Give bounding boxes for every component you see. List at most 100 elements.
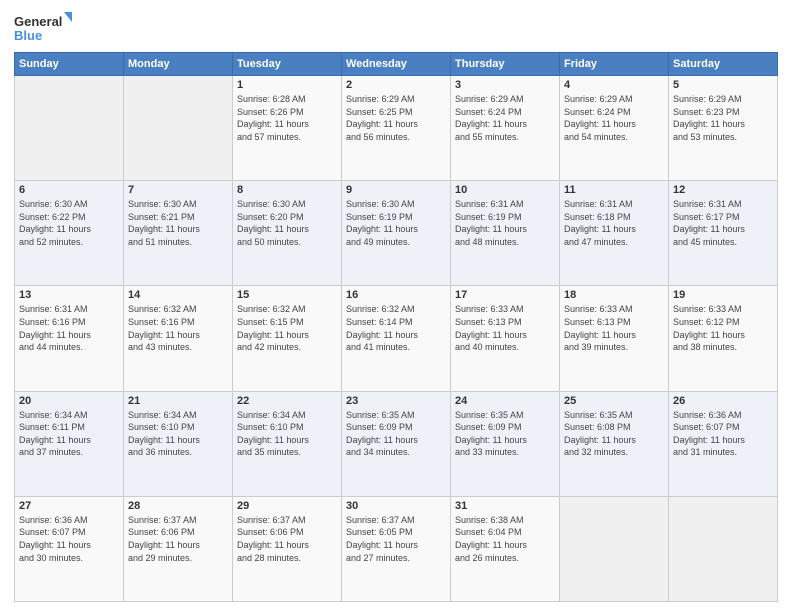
calendar-cell: 6 Sunrise: 6:30 AMSunset: 6:22 PMDaylight… (15, 181, 124, 286)
daylight-text-line1: Daylight: 11 hours (564, 434, 664, 447)
daylight-text-line1: Daylight: 11 hours (346, 434, 446, 447)
day-info: Sunrise: 6:30 AMSunset: 6:21 PMDaylight:… (128, 198, 228, 248)
daylight-text-line2: and 40 minutes. (455, 341, 555, 354)
day-info: Sunrise: 6:31 AMSunset: 6:16 PMDaylight:… (19, 303, 119, 353)
daylight-text-line1: Daylight: 11 hours (564, 118, 664, 131)
sunrise-text: Sunrise: 6:31 AM (19, 303, 119, 316)
calendar-cell: 18Sunrise: 6:33 AMSunset: 6:13 PMDayligh… (560, 286, 669, 391)
day-info: Sunrise: 6:37 AMSunset: 6:05 PMDaylight:… (346, 514, 446, 564)
daylight-text-line1: Daylight: 11 hours (128, 434, 228, 447)
daylight-text-line1: Daylight: 11 hours (346, 223, 446, 236)
day-number: 16 (346, 289, 446, 301)
sunset-text: Sunset: 6:07 PM (673, 421, 773, 434)
sunrise-text: Sunrise: 6:34 AM (19, 409, 119, 422)
weekday-header-row: SundayMondayTuesdayWednesdayThursdayFrid… (15, 53, 778, 76)
day-number: 5 (673, 79, 773, 91)
svg-text:Blue: Blue (14, 28, 42, 43)
daylight-text-line2: and 34 minutes. (346, 446, 446, 459)
sunrise-text: Sunrise: 6:29 AM (455, 93, 555, 106)
sunrise-text: Sunrise: 6:29 AM (673, 93, 773, 106)
daylight-text-line2: and 28 minutes. (237, 552, 337, 565)
daylight-text-line2: and 56 minutes. (346, 131, 446, 144)
sunset-text: Sunset: 6:16 PM (128, 316, 228, 329)
day-number: 20 (19, 395, 119, 407)
daylight-text-line1: Daylight: 11 hours (673, 223, 773, 236)
calendar-cell (124, 76, 233, 181)
daylight-text-line2: and 43 minutes. (128, 341, 228, 354)
sunset-text: Sunset: 6:25 PM (346, 106, 446, 119)
calendar-cell: 5 Sunrise: 6:29 AMSunset: 6:23 PMDaylight… (669, 76, 778, 181)
day-info: Sunrise: 6:34 AMSunset: 6:10 PMDaylight:… (237, 409, 337, 459)
day-info: Sunrise: 6:31 AMSunset: 6:19 PMDaylight:… (455, 198, 555, 248)
day-info: Sunrise: 6:38 AMSunset: 6:04 PMDaylight:… (455, 514, 555, 564)
daylight-text-line2: and 29 minutes. (128, 552, 228, 565)
daylight-text-line1: Daylight: 11 hours (455, 539, 555, 552)
calendar-cell: 10Sunrise: 6:31 AMSunset: 6:19 PMDayligh… (451, 181, 560, 286)
weekday-header-tuesday: Tuesday (233, 53, 342, 76)
sunset-text: Sunset: 6:10 PM (237, 421, 337, 434)
calendar-cell: 24Sunrise: 6:35 AMSunset: 6:09 PMDayligh… (451, 391, 560, 496)
sunrise-text: Sunrise: 6:30 AM (128, 198, 228, 211)
day-number: 17 (455, 289, 555, 301)
daylight-text-line1: Daylight: 11 hours (564, 329, 664, 342)
day-number: 29 (237, 500, 337, 512)
daylight-text-line1: Daylight: 11 hours (128, 539, 228, 552)
daylight-text-line1: Daylight: 11 hours (19, 539, 119, 552)
day-number: 6 (19, 184, 119, 196)
sunset-text: Sunset: 6:06 PM (237, 526, 337, 539)
sunset-text: Sunset: 6:09 PM (346, 421, 446, 434)
day-info: Sunrise: 6:34 AMSunset: 6:11 PMDaylight:… (19, 409, 119, 459)
calendar-cell: 26Sunrise: 6:36 AMSunset: 6:07 PMDayligh… (669, 391, 778, 496)
calendar-cell: 12Sunrise: 6:31 AMSunset: 6:17 PMDayligh… (669, 181, 778, 286)
sunrise-text: Sunrise: 6:35 AM (564, 409, 664, 422)
day-info: Sunrise: 6:37 AMSunset: 6:06 PMDaylight:… (237, 514, 337, 564)
daylight-text-line1: Daylight: 11 hours (346, 539, 446, 552)
day-info: Sunrise: 6:30 AMSunset: 6:20 PMDaylight:… (237, 198, 337, 248)
sunrise-text: Sunrise: 6:32 AM (128, 303, 228, 316)
daylight-text-line1: Daylight: 11 hours (237, 118, 337, 131)
sunrise-text: Sunrise: 6:33 AM (673, 303, 773, 316)
sunrise-text: Sunrise: 6:31 AM (455, 198, 555, 211)
day-info: Sunrise: 6:30 AMSunset: 6:22 PMDaylight:… (19, 198, 119, 248)
sunrise-text: Sunrise: 6:37 AM (237, 514, 337, 527)
calendar-week-row: 6 Sunrise: 6:30 AMSunset: 6:22 PMDaylight… (15, 181, 778, 286)
calendar-cell (15, 76, 124, 181)
sunset-text: Sunset: 6:11 PM (19, 421, 119, 434)
day-number: 1 (237, 79, 337, 91)
daylight-text-line2: and 30 minutes. (19, 552, 119, 565)
calendar-cell: 28Sunrise: 6:37 AMSunset: 6:06 PMDayligh… (124, 496, 233, 601)
daylight-text-line2: and 48 minutes. (455, 236, 555, 249)
day-info: Sunrise: 6:31 AMSunset: 6:18 PMDaylight:… (564, 198, 664, 248)
weekday-header-thursday: Thursday (451, 53, 560, 76)
calendar-week-row: 1Sunrise: 6:28 AMSunset: 6:26 PMDaylight… (15, 76, 778, 181)
daylight-text-line2: and 38 minutes. (673, 341, 773, 354)
daylight-text-line2: and 42 minutes. (237, 341, 337, 354)
sunset-text: Sunset: 6:07 PM (19, 526, 119, 539)
sunrise-text: Sunrise: 6:35 AM (455, 409, 555, 422)
sunset-text: Sunset: 6:15 PM (237, 316, 337, 329)
day-info: Sunrise: 6:29 AMSunset: 6:24 PMDaylight:… (455, 93, 555, 143)
sunrise-text: Sunrise: 6:29 AM (346, 93, 446, 106)
calendar-cell: 19Sunrise: 6:33 AMSunset: 6:12 PMDayligh… (669, 286, 778, 391)
logo-svg: General Blue (14, 10, 74, 46)
day-number: 3 (455, 79, 555, 91)
sunrise-text: Sunrise: 6:31 AM (564, 198, 664, 211)
day-number: 14 (128, 289, 228, 301)
day-info: Sunrise: 6:29 AMSunset: 6:23 PMDaylight:… (673, 93, 773, 143)
day-number: 4 (564, 79, 664, 91)
daylight-text-line1: Daylight: 11 hours (237, 539, 337, 552)
svg-text:General: General (14, 14, 62, 29)
daylight-text-line2: and 35 minutes. (237, 446, 337, 459)
day-number: 7 (128, 184, 228, 196)
daylight-text-line2: and 36 minutes. (128, 446, 228, 459)
daylight-text-line1: Daylight: 11 hours (19, 223, 119, 236)
sunrise-text: Sunrise: 6:32 AM (237, 303, 337, 316)
day-info: Sunrise: 6:35 AMSunset: 6:08 PMDaylight:… (564, 409, 664, 459)
sunset-text: Sunset: 6:26 PM (237, 106, 337, 119)
calendar-cell: 16Sunrise: 6:32 AMSunset: 6:14 PMDayligh… (342, 286, 451, 391)
daylight-text-line1: Daylight: 11 hours (673, 118, 773, 131)
daylight-text-line1: Daylight: 11 hours (673, 329, 773, 342)
sunrise-text: Sunrise: 6:36 AM (673, 409, 773, 422)
sunset-text: Sunset: 6:20 PM (237, 211, 337, 224)
day-number: 13 (19, 289, 119, 301)
